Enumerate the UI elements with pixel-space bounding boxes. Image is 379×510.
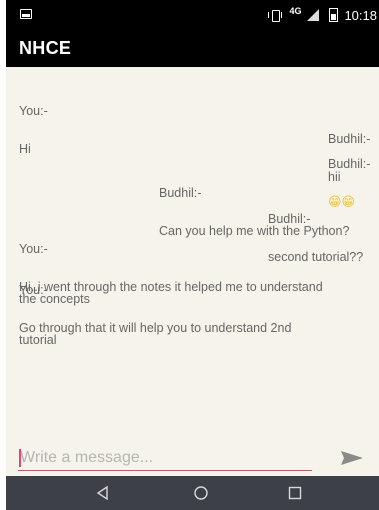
signal-icon	[307, 9, 320, 21]
back-button[interactable]	[94, 484, 112, 502]
send-icon	[341, 451, 363, 465]
home-icon	[194, 486, 208, 500]
status-icons: 4G 10:18	[267, 6, 377, 24]
recents-button[interactable]	[286, 484, 304, 502]
message-list[interactable]: You:- Hi Budhil:- hii Budhil:- 😁😁 Budhil…	[6, 67, 379, 437]
app-title: NHCE	[19, 38, 72, 58]
recents-icon	[288, 486, 302, 500]
network-type: 4G	[289, 6, 302, 16]
home-button[interactable]	[192, 484, 210, 502]
message-composer	[6, 440, 379, 476]
message-input[interactable]	[18, 446, 312, 471]
send-button[interactable]	[340, 450, 364, 466]
text-cursor	[19, 449, 21, 467]
message-text: Go through that it will help you to unde…	[19, 320, 292, 347]
status-bar: 4G 10:18	[6, 0, 379, 30]
message-item: You:- Hi	[19, 80, 48, 180]
message-sender: You:-	[19, 242, 48, 256]
image-icon	[20, 9, 32, 19]
vibrate-icon	[267, 9, 283, 22]
phone-screen: 4G 10:18 NHCE You:- Hi Budhil:- hii Budh…	[6, 0, 379, 510]
status-time: 10:18	[344, 7, 377, 23]
back-icon	[96, 485, 108, 501]
message-item: You:- Go through that it will help you t…	[19, 259, 291, 372]
message-sender: You:-	[19, 104, 48, 118]
message-sender: You:-	[19, 283, 48, 297]
navigation-bar	[6, 476, 379, 510]
app-bar: NHCE	[6, 30, 379, 67]
battery-icon	[329, 8, 339, 22]
message-text: Hi	[19, 141, 31, 156]
